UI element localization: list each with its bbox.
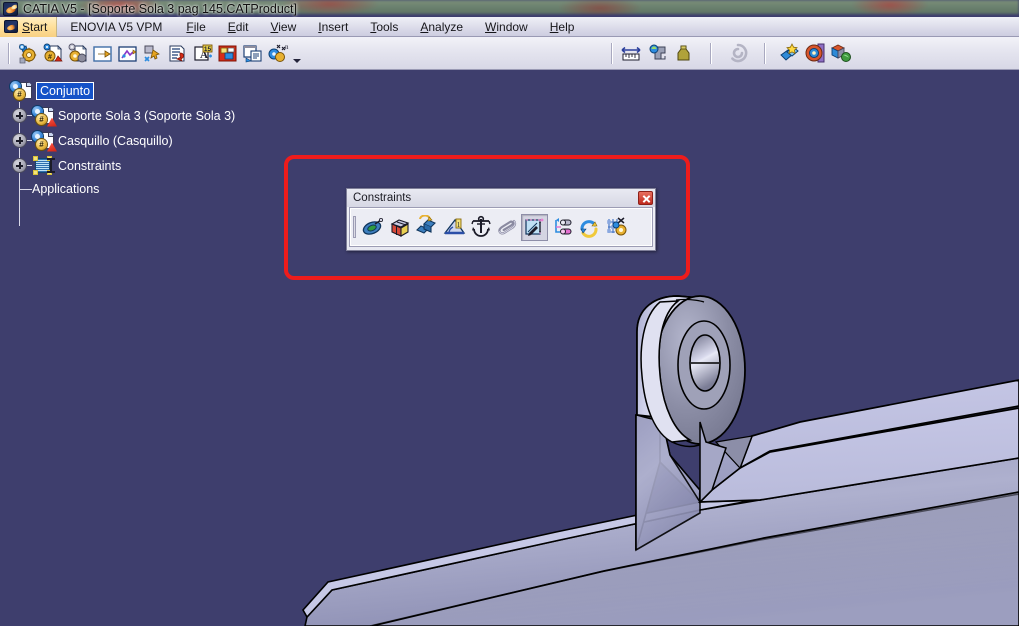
tree-row-applications[interactable]: Applications: [4, 178, 279, 200]
change-constraint-icon[interactable]: [548, 214, 575, 241]
coincidence-constraint-icon[interactable]: [359, 214, 386, 241]
part-icon: #: [32, 105, 57, 127]
reuse-pattern-icon[interactable]: [575, 214, 602, 241]
toolbar-separator-4: [764, 42, 765, 64]
hash-glyph: #: [14, 88, 25, 100]
part-icon: #: [32, 130, 57, 152]
existing-component-icon[interactable]: #: [40, 41, 65, 66]
scene-icon[interactable]: [240, 41, 265, 66]
menu-file[interactable]: File: [175, 17, 216, 37]
measure-between-icon[interactable]: [618, 41, 646, 66]
menu-view[interactable]: View: [259, 17, 307, 37]
3d-viewport[interactable]: # Conjunto # Soporte Sola 3 (Soporte Sol…: [0, 70, 1019, 626]
manage-representations-icon[interactable]: [165, 41, 190, 66]
menu-window[interactable]: Window: [474, 17, 539, 37]
hash-glyph: #: [36, 138, 47, 150]
specification-tree: # Conjunto # Soporte Sola 3 (Soporte Sol…: [4, 78, 279, 226]
fix-component-icon[interactable]: [467, 214, 494, 241]
expand-toggle-constraints[interactable]: [12, 158, 27, 173]
tree-row-root[interactable]: # Conjunto: [4, 78, 279, 103]
expand-toggle-soporte[interactable]: [12, 108, 27, 123]
generate-numbering-icon[interactable]: [115, 41, 140, 66]
svg-text:#: #: [48, 54, 52, 61]
quick-constraint-icon[interactable]: [521, 213, 548, 241]
offset-constraint-icon[interactable]: [413, 214, 440, 241]
product-icon: #: [10, 80, 33, 101]
clip-bl: [33, 169, 38, 175]
constraints-icon: [32, 155, 55, 176]
svg-text:n: n: [285, 43, 289, 51]
tree-row-constraints[interactable]: Constraints: [4, 153, 279, 178]
replace-component-icon[interactable]: [65, 41, 90, 66]
menu-analyze[interactable]: Analyze: [409, 17, 474, 37]
scene-browser-icon[interactable]: [802, 41, 827, 66]
expand-toggle-casquillo[interactable]: [12, 133, 27, 148]
close-icon[interactable]: [638, 191, 653, 205]
angle-constraint-icon[interactable]: 1: [440, 214, 467, 241]
svg-text:15: 15: [204, 46, 212, 53]
constraints-toolbar-titlebar[interactable]: Constraints: [347, 189, 655, 207]
toolbar-separator-3: [710, 42, 711, 64]
tree-label-conjunto[interactable]: Conjunto: [36, 81, 95, 100]
apply-material-icon[interactable]: [827, 41, 852, 66]
toolbar-overflow-caret[interactable]: [290, 41, 303, 66]
tree-stub: [20, 189, 32, 190]
tree-label-applications[interactable]: Applications: [32, 182, 99, 196]
toolbar-separator: [8, 42, 9, 64]
catia-start-icon: [4, 20, 18, 33]
tree-label-casquillo[interactable]: Casquillo (Casquillo): [58, 134, 173, 148]
catia-application-window: CATIA V5 - [Soporte Sola 3 pag 145.CATPr…: [0, 0, 1019, 626]
hash-glyph: #: [36, 113, 47, 125]
toolbar-separator-2: [611, 42, 612, 64]
measure-inertia-icon[interactable]: [671, 41, 696, 66]
catalog-browser-icon[interactable]: [777, 41, 802, 66]
window-title: CATIA V5 - [Soporte Sola 3 pag 145.CATPr…: [23, 1, 297, 16]
svg-text:1: 1: [456, 221, 460, 229]
constraints-toolbar-body: 1: [349, 207, 653, 247]
tree-label-constraints[interactable]: Constraints: [58, 159, 121, 173]
menu-help[interactable]: Help: [539, 17, 586, 37]
measure-item-icon[interactable]: [646, 41, 671, 66]
clash-icon[interactable]: n: [265, 41, 290, 66]
tree-row-soporte[interactable]: # Soporte Sola 3 (Soporte Sola 3): [4, 103, 279, 128]
menu-edit[interactable]: Edit: [217, 17, 260, 37]
start-button[interactable]: Start: [0, 16, 58, 37]
constraints-toolbar-title: Constraints: [353, 192, 412, 204]
menu-insert[interactable]: Insert: [307, 17, 359, 37]
tree-row-casquillo[interactable]: # Casquillo (Casquillo): [4, 128, 279, 153]
title-bar: CATIA V5 - [Soporte Sola 3 pag 145.CATPr…: [0, 0, 1019, 17]
constraints-toolbar[interactable]: Constraints 1: [346, 188, 656, 251]
flexible-rigid-subassembly-icon[interactable]: [602, 214, 629, 241]
start-label: Start: [22, 19, 48, 34]
graph-tree-reordering-icon[interactable]: [90, 41, 115, 66]
define-multi-instantiation-icon[interactable]: [215, 41, 240, 66]
new-product-icon[interactable]: [15, 41, 40, 66]
contact-constraint-icon[interactable]: [386, 214, 413, 241]
fix-together-icon[interactable]: [494, 214, 521, 241]
update-all-icon[interactable]: [725, 41, 750, 66]
catia-icon: [3, 1, 18, 16]
menu-enovia[interactable]: ENOVIA V5 VPM: [57, 17, 175, 37]
tree-label-soporte[interactable]: Soporte Sola 3 (Soporte Sola 3): [58, 109, 235, 123]
selective-load-icon[interactable]: [140, 41, 165, 66]
toolbar-drag-handle[interactable]: [353, 216, 356, 238]
constraint-bar-glyph: [47, 157, 55, 173]
fast-multi-instantiation-icon[interactable]: A 15: [190, 41, 215, 66]
menu-tools[interactable]: Tools: [359, 17, 409, 37]
menu-bar: Start ENOVIA V5 VPM File Edit View Inser…: [0, 16, 1019, 37]
main-toolbar: # A 15 n: [0, 37, 1019, 70]
clip-tl: [33, 155, 38, 161]
